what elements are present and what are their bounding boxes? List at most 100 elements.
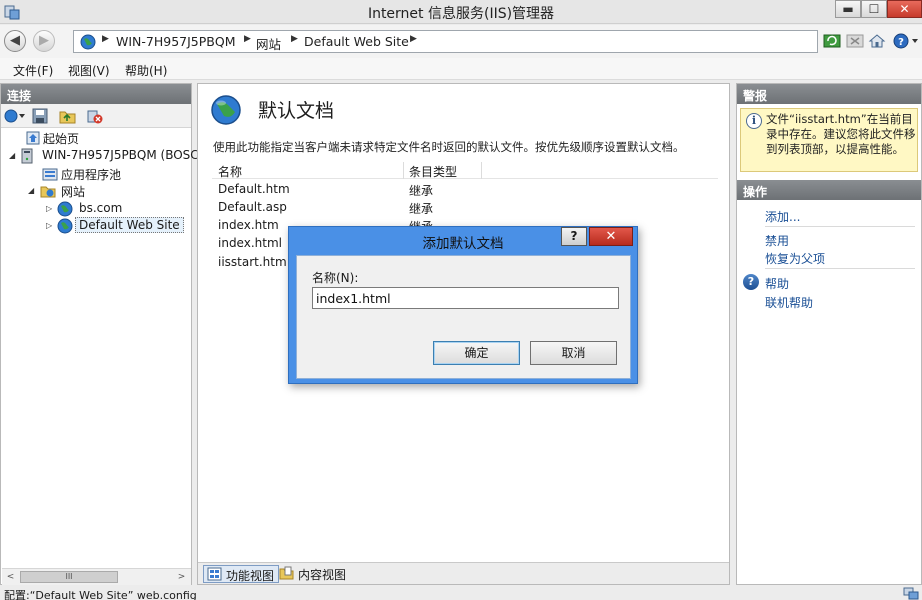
action-revert-to-parent[interactable]: 恢复为父项 bbox=[765, 250, 825, 267]
tree-item-label: 应用程序池 bbox=[61, 168, 122, 182]
document-name: Default.asp bbox=[218, 200, 287, 214]
tree-item-label: WIN-7H957J5PBQM (BOSC bbox=[42, 148, 199, 162]
tree-item-server[interactable]: ◢ WIN-7H957J5PBQM (BOSC bbox=[9, 147, 199, 165]
list-item[interactable]: Default.asp 继承 bbox=[212, 199, 512, 217]
actions-panel: 警报 i 文件“iisstart.htm”在当前目录中存在。建议您将此文件移到列… bbox=[736, 83, 922, 585]
features-view-icon bbox=[207, 567, 222, 581]
disconnect-icon[interactable] bbox=[86, 108, 104, 124]
ok-button[interactable]: 确定 bbox=[433, 341, 520, 365]
actions-header: 操作 bbox=[737, 180, 921, 200]
connections-panel: 连接 起始页 ◢ WIN-7H957J5PBQM (BOSC 应用程序池 ◢ 网… bbox=[0, 83, 199, 585]
globe-icon bbox=[80, 34, 96, 50]
menu-help[interactable]: 帮助(H) bbox=[125, 62, 167, 79]
document-name: index.html bbox=[218, 236, 282, 250]
home-icon[interactable] bbox=[868, 33, 886, 49]
dialog-help-button[interactable]: ? bbox=[561, 227, 587, 246]
address-bar[interactable]: ▶ WIN-7H957J5PBQM ▶ 网站 ▶ Default Web Sit… bbox=[73, 30, 818, 53]
default-document-globe-icon bbox=[211, 95, 241, 125]
content-view-icon bbox=[279, 566, 294, 580]
action-add[interactable]: 添加... bbox=[765, 208, 800, 225]
maximize-button[interactable]: ☐ bbox=[861, 0, 887, 18]
navigation-bar: ◀ ▶ ▶ WIN-7H957J5PBQM ▶ 网站 ▶ Default Web… bbox=[0, 25, 922, 58]
help-dropdown-icon[interactable]: ? bbox=[893, 33, 919, 49]
breadcrumb-separator: ▶ bbox=[291, 34, 298, 44]
title-bar: Internet 信息服务(IIS)管理器 ▬ ☐ ✕ bbox=[0, 0, 922, 24]
column-divider[interactable] bbox=[403, 162, 404, 179]
tree-item-bs-com[interactable]: ▷ bs.com bbox=[46, 200, 186, 218]
up-folder-icon[interactable] bbox=[59, 108, 76, 124]
sites-folder-icon bbox=[40, 186, 56, 198]
column-header-name[interactable]: 名称 bbox=[218, 163, 242, 180]
window-title: Internet 信息服务(IIS)管理器 bbox=[367, 6, 555, 22]
info-icon: i bbox=[746, 113, 762, 129]
dialog-close-button[interactable]: ✕ bbox=[589, 227, 633, 246]
list-header: 名称 条目类型 bbox=[212, 162, 718, 179]
tree-item-start-page[interactable]: 起始页 bbox=[15, 129, 185, 147]
server-icon bbox=[21, 148, 33, 164]
add-default-document-dialog: 添加默认文档 ? ✕ 名称(N): 确定 取消 bbox=[288, 226, 638, 384]
forward-button[interactable]: ▶ bbox=[33, 30, 55, 52]
save-icon[interactable] bbox=[32, 108, 48, 124]
entry-type: 继承 bbox=[409, 184, 434, 198]
scroll-right-button[interactable]: > bbox=[174, 570, 189, 584]
action-disable[interactable]: 禁用 bbox=[765, 232, 789, 249]
connections-toolbar bbox=[1, 104, 191, 128]
breadcrumb-sites[interactable]: 网站 bbox=[256, 34, 281, 53]
alert-text: 文件“iisstart.htm”在当前目录中存在。建议您将此文件移到列表顶部，以… bbox=[766, 112, 916, 156]
breadcrumb-site[interactable]: Default Web Site bbox=[304, 34, 409, 49]
minimize-button[interactable]: ▬ bbox=[835, 0, 861, 18]
breadcrumb-server[interactable]: WIN-7H957J5PBQM bbox=[116, 34, 236, 49]
column-header-entry-type[interactable]: 条目类型 bbox=[409, 163, 457, 180]
collapse-arrow-icon[interactable]: ◢ bbox=[9, 151, 17, 160]
tree-horizontal-scrollbar[interactable]: < III > bbox=[2, 568, 191, 585]
close-button[interactable]: ✕ bbox=[887, 0, 922, 18]
dialog-body: 名称(N): 确定 取消 bbox=[296, 255, 631, 379]
alert-message: i 文件“iisstart.htm”在当前目录中存在。建议您将此文件移到列表顶部… bbox=[740, 108, 918, 172]
menu-file[interactable]: 文件(F) bbox=[13, 62, 53, 79]
action-online-help[interactable]: 联机帮助 bbox=[765, 294, 813, 311]
tree-item-app-pools[interactable]: 应用程序池 bbox=[23, 165, 183, 183]
column-divider[interactable] bbox=[481, 162, 482, 179]
action-divider bbox=[765, 268, 915, 269]
action-help[interactable]: 帮助 bbox=[765, 275, 789, 292]
tab-label: 内容视图 bbox=[298, 568, 347, 582]
collapse-arrow-icon[interactable]: ◢ bbox=[28, 186, 36, 195]
tree-item-label: 网站 bbox=[61, 185, 86, 199]
menu-view[interactable]: 视图(V) bbox=[68, 62, 110, 79]
expand-arrow-icon[interactable]: ▷ bbox=[46, 204, 54, 213]
stop-icon[interactable] bbox=[846, 33, 864, 49]
connect-icon[interactable] bbox=[4, 108, 26, 124]
app-pool-icon bbox=[42, 168, 58, 181]
tree-item-label: bs.com bbox=[79, 201, 123, 215]
breadcrumb-separator: ▶ bbox=[102, 34, 109, 44]
status-text: 配置:“Default Web Site” web.config bbox=[4, 589, 197, 600]
tree-item-sites[interactable]: ◢ 网站 bbox=[28, 182, 188, 200]
list-item[interactable]: Default.htm 继承 bbox=[212, 181, 512, 199]
tree-item-default-web-site[interactable]: ▷ Default Web Site bbox=[46, 217, 191, 235]
scroll-left-button[interactable]: < bbox=[3, 570, 18, 584]
tab-content-view[interactable]: 内容视图 bbox=[276, 565, 350, 583]
svg-text:?: ? bbox=[898, 37, 904, 48]
status-bar: 配置:“Default Web Site” web.config bbox=[0, 586, 922, 600]
refresh-icon[interactable] bbox=[823, 33, 841, 49]
cancel-button[interactable]: 取消 bbox=[530, 341, 617, 365]
document-name-input[interactable] bbox=[312, 287, 619, 309]
help-icon: ? bbox=[743, 274, 759, 290]
document-name: Default.htm bbox=[218, 182, 290, 196]
expand-arrow-icon[interactable]: ▷ bbox=[46, 221, 54, 230]
scroll-thumb[interactable]: III bbox=[20, 571, 118, 583]
tree-item-label: 起始页 bbox=[43, 132, 80, 146]
page-title: 默认文档 bbox=[258, 100, 335, 122]
action-divider bbox=[765, 226, 915, 227]
network-status-icon bbox=[903, 587, 919, 600]
back-button[interactable]: ◀ bbox=[4, 30, 26, 52]
tab-features-view[interactable]: 功能视图 bbox=[203, 565, 280, 583]
entry-type: 继承 bbox=[409, 202, 434, 216]
connections-header: 连接 bbox=[1, 84, 191, 104]
globe-icon bbox=[57, 218, 73, 234]
view-switcher: 功能视图 内容视图 bbox=[198, 562, 729, 584]
name-label: 名称(N): bbox=[312, 271, 359, 285]
menu-bar: 文件(F) 视图(V) 帮助(H) bbox=[0, 58, 922, 80]
alerts-header: 警报 bbox=[737, 84, 921, 104]
breadcrumb-separator: ▶ bbox=[244, 34, 251, 44]
